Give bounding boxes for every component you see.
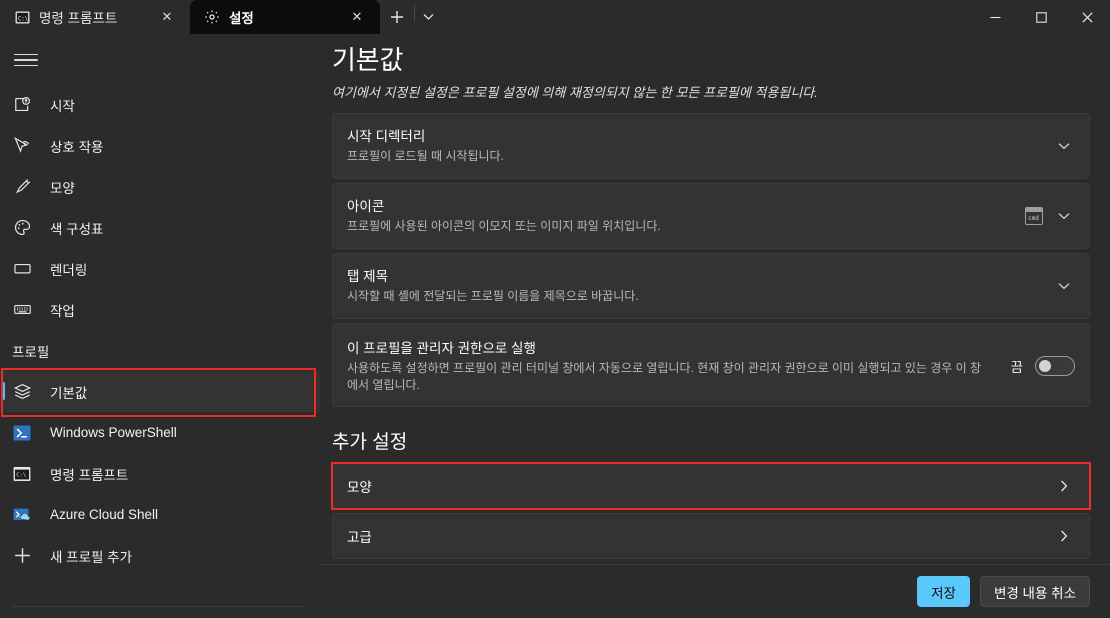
app-body: 시작 상호 작용 모양 색 구성표 렌더링 작업 프로필 기본값 Windows… — [0, 34, 1110, 618]
tab-settings[interactable]: 설정 ✕ — [190, 0, 380, 34]
sidebar-item-label: 색 구성표 — [50, 221, 104, 237]
close-button[interactable] — [1064, 0, 1110, 34]
gear-icon — [204, 9, 220, 25]
card-text: 이 프로필을 관리자 권한으로 실행 사용하도록 설정하면 프로필이 관리 터미… — [347, 337, 1011, 394]
card-title: 이 프로필을 관리자 권한으로 실행 — [347, 341, 536, 356]
chevron-down-icon[interactable] — [1053, 142, 1075, 150]
plus-icon — [12, 547, 32, 564]
link-card-appearance[interactable]: 모양 — [332, 463, 1090, 510]
card-controls: 끔 — [1011, 356, 1075, 376]
chevron-down-icon[interactable] — [1053, 282, 1075, 290]
chevron-right-icon[interactable] — [1053, 480, 1075, 492]
icon-preview-thumbnail: cmd — [1025, 206, 1043, 225]
card-controls — [1053, 142, 1075, 150]
layers-icon — [12, 382, 32, 401]
maximize-button[interactable] — [1018, 0, 1064, 34]
card-description: 사용하도록 설정하면 프로필이 관리 터미널 창에서 자동으로 열립니다. 현재… — [347, 361, 982, 393]
card-title: 아이콘 — [347, 199, 385, 215]
setting-card-icon[interactable]: 아이콘 프로필에 사용된 아이콘의 이모지 또는 이미지 파일 위치입니다. c… — [332, 183, 1090, 249]
setting-card-run-as-administrator[interactable]: 이 프로필을 관리자 권한으로 실행 사용하도록 설정하면 프로필이 관리 터미… — [332, 323, 1090, 408]
azure-cloud-shell-icon — [12, 506, 32, 524]
sidebar-item-label: Azure Cloud Shell — [50, 507, 159, 522]
sidebar-item-rendering[interactable]: 렌더링 — [0, 248, 320, 289]
sidebar-item-label: Windows PowerShell — [50, 425, 177, 440]
settings-footer: 저장 변경 내용 취소 — [320, 564, 1110, 618]
settings-main-panel: 기본값 여기에서 지정된 설정은 프로필 설정에 의해 재정의되지 않는 한 모… — [320, 34, 1110, 618]
keyboard-icon — [12, 300, 32, 319]
hamburger-menu[interactable] — [6, 42, 46, 78]
card-description: 프로필에 사용된 아이콘의 이모지 또는 이미지 파일 위치입니다. — [347, 219, 661, 234]
sidebar-item-label: 모양 — [50, 180, 75, 196]
card-title: 탭 제목 — [347, 269, 389, 285]
paintbrush-icon — [12, 177, 32, 196]
card-controls: cmd — [1025, 206, 1075, 225]
setting-card-tab-title[interactable]: 탭 제목 시작할 때 셸에 전달되는 프로필 이름을 제목으로 바꿉니다. — [332, 253, 1090, 319]
startup-icon — [12, 95, 32, 114]
sidebar-item-label: 렌더링 — [50, 262, 88, 278]
card-controls — [1053, 282, 1075, 290]
svg-text:C:\: C:\ — [16, 472, 26, 478]
chevron-right-icon[interactable] — [1053, 530, 1075, 542]
link-card-label: 고급 — [347, 530, 372, 546]
card-description: 시작할 때 셸에 전달되는 프로필 이름을 제목으로 바꿉니다. — [347, 289, 639, 304]
sidebar-item-appearance[interactable]: 모양 — [0, 166, 320, 207]
page-subtitle: 여기에서 지정된 설정은 프로필 설정에 의해 재정의되지 않는 한 모든 프로… — [332, 85, 818, 100]
window-controls — [972, 0, 1110, 34]
tab-label: 명령 프롬프트 — [39, 11, 118, 26]
new-tab-button[interactable] — [380, 0, 414, 34]
sidebar-item-interaction[interactable]: 상호 작용 — [0, 125, 320, 166]
link-card-label: 모양 — [347, 480, 372, 496]
link-card-advanced[interactable]: 고급 — [332, 513, 1090, 560]
sidebar-item-label: 시작 — [50, 98, 75, 114]
settings-sidebar: 시작 상호 작용 모양 색 구성표 렌더링 작업 프로필 기본값 Windows… — [0, 34, 320, 618]
tab-close-button[interactable]: ✕ — [154, 4, 180, 30]
interaction-cursor-icon — [12, 136, 32, 155]
title-bar: C:\ 명령 프롬프트 ✕ 설정 ✕ — [0, 0, 1110, 34]
chevron-down-icon[interactable] — [415, 0, 441, 34]
card-text: 탭 제목 시작할 때 셸에 전달되는 프로필 이름을 제목으로 바꿉니다. — [347, 265, 1053, 305]
sidebar-item-label: 기본값 — [50, 385, 88, 401]
toggle-knob — [1039, 360, 1051, 372]
card-description: 프로필이 로드될 때 시작됩니다. — [347, 149, 504, 164]
sidebar-item-open-json-file[interactable]: Json 파일 열기 — [0, 613, 320, 618]
card-text: 아이콘 프로필에 사용된 아이콘의 이모지 또는 이미지 파일 위치입니다. — [347, 195, 1025, 235]
sidebar-item-azure-cloud-shell[interactable]: Azure Cloud Shell — [0, 494, 320, 535]
sidebar-item-label: 상호 작용 — [50, 139, 104, 155]
save-button[interactable]: 저장 — [917, 576, 970, 607]
sidebar-item-windows-powershell[interactable]: Windows PowerShell — [0, 412, 320, 453]
toggle-state-label: 끔 — [1010, 360, 1023, 375]
cmd-icon: C:\ — [12, 465, 32, 483]
icon-preview-glyph: cmd — [1028, 214, 1039, 222]
minimize-button[interactable] — [972, 0, 1018, 34]
card-text: 시작 디렉터리 프로필이 로드될 때 시작됩니다. — [347, 125, 1053, 165]
svg-text:C:\: C:\ — [17, 16, 28, 22]
sidebar-item-label: 새 프로필 추가 — [50, 549, 133, 565]
sidebar-item-command-prompt[interactable]: C:\ 명령 프롬프트 — [0, 453, 320, 494]
sidebar-item-defaults[interactable]: 기본값 — [0, 371, 320, 412]
sidebar-item-startup[interactable]: 시작 — [0, 84, 320, 125]
powershell-icon — [12, 424, 32, 442]
cmd-icon: C:\ — [14, 9, 30, 25]
page-title: 기본값 — [332, 45, 404, 75]
sidebar-item-label: 명령 프롬프트 — [50, 467, 129, 483]
tab-close-button[interactable]: ✕ — [344, 4, 370, 30]
tab-strip: C:\ 명령 프롬프트 ✕ 설정 ✕ — [0, 0, 441, 34]
sidebar-item-label: 작업 — [50, 303, 75, 319]
chevron-down-icon[interactable] — [1053, 212, 1075, 220]
sidebar-item-add-new-profile[interactable]: 새 프로필 추가 — [0, 535, 320, 576]
discard-changes-button[interactable]: 변경 내용 취소 — [979, 576, 1090, 607]
run-as-administrator-toggle[interactable] — [1035, 356, 1075, 376]
section-title-additional-settings: 추가 설정 — [332, 432, 408, 454]
monitor-icon — [12, 259, 32, 278]
sidebar-divider — [12, 606, 306, 607]
sidebar-item-color-schemes[interactable]: 색 구성표 — [0, 207, 320, 248]
palette-icon — [12, 218, 32, 237]
tab-label: 설정 — [229, 11, 254, 26]
sidebar-item-actions[interactable]: 작업 — [0, 289, 320, 330]
card-title: 시작 디렉터리 — [347, 129, 426, 145]
tab-command-prompt[interactable]: C:\ 명령 프롬프트 ✕ — [0, 0, 190, 34]
setting-card-starting-directory[interactable]: 시작 디렉터리 프로필이 로드될 때 시작됩니다. — [332, 113, 1090, 179]
sidebar-section-profiles: 프로필 — [12, 345, 50, 360]
settings-scroll-area[interactable]: 기본값 여기에서 지정된 설정은 프로필 설정에 의해 재정의되지 않는 한 모… — [320, 34, 1110, 564]
